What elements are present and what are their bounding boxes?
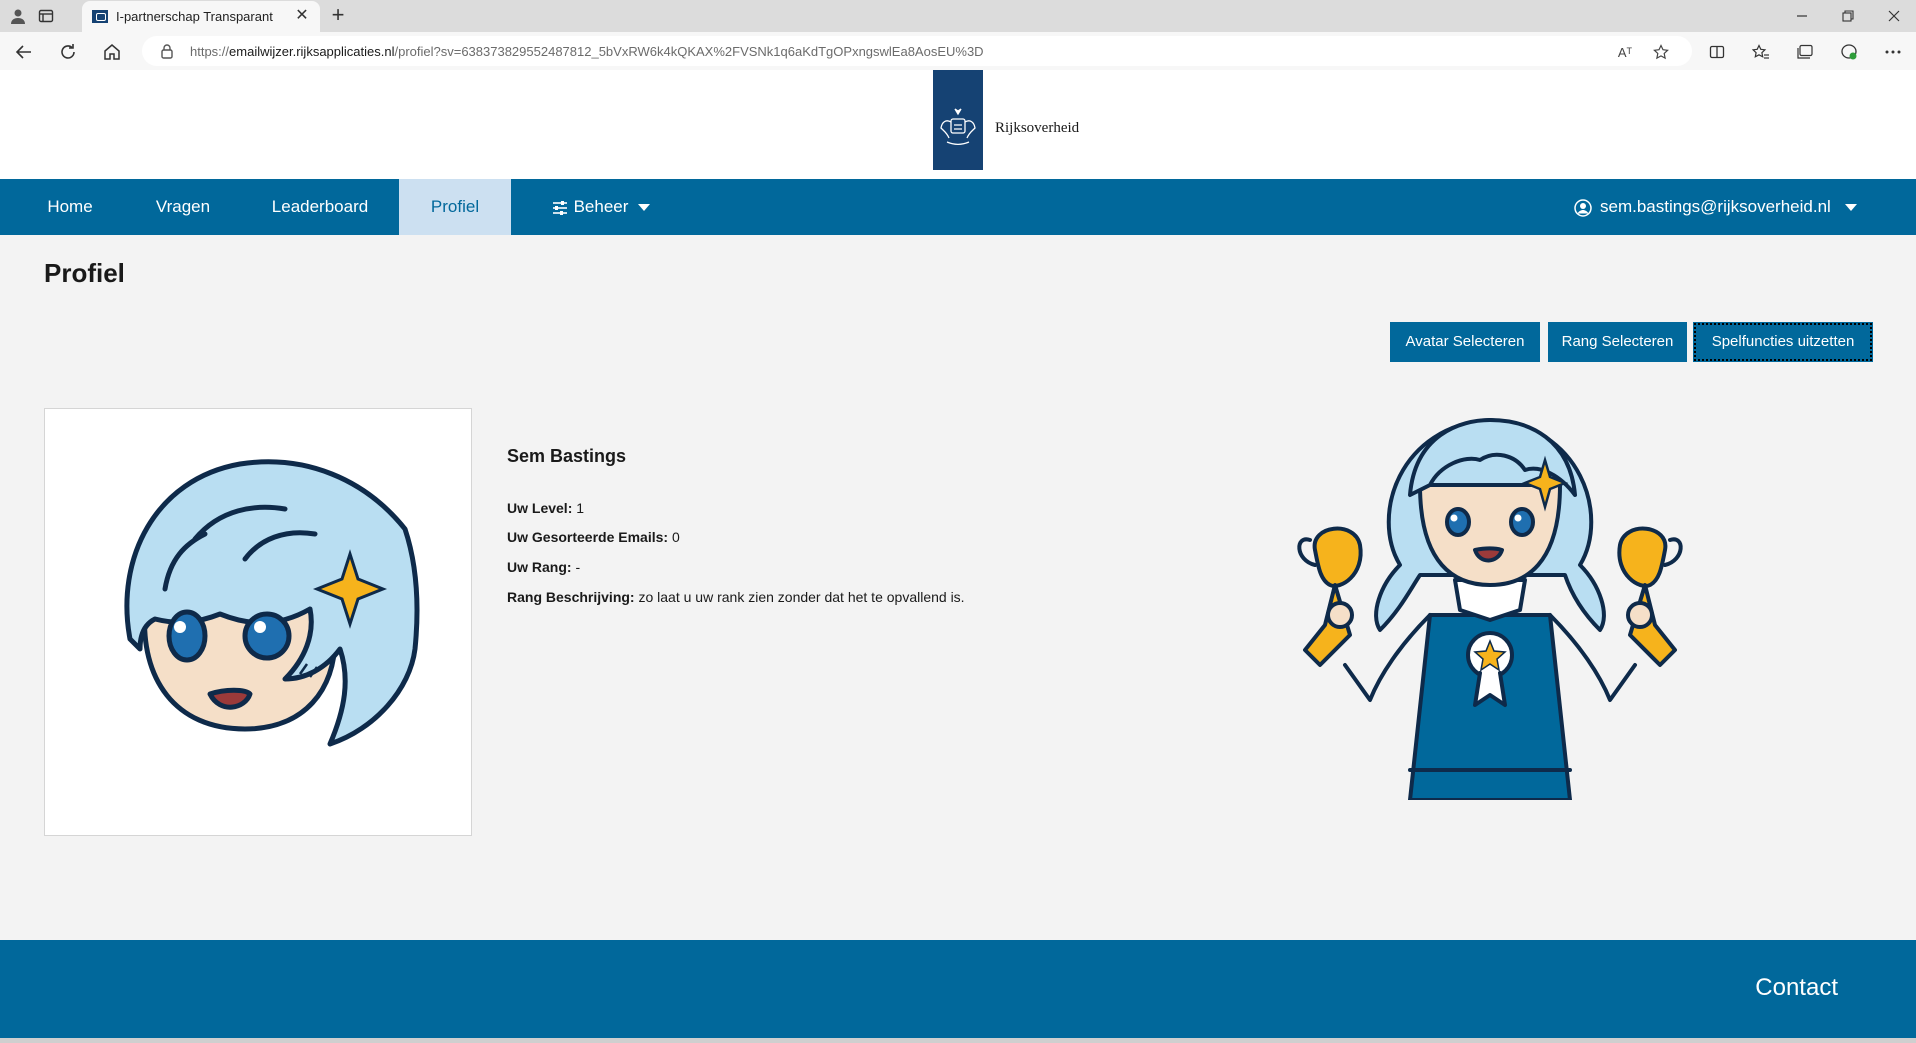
tab-title: I-partnerschap Transparant: [116, 9, 273, 24]
url-path: /profiel?sv=638373829552487812_5bVxRW6k4…: [394, 44, 984, 59]
tab-actions-icon[interactable]: [36, 6, 56, 26]
coat-of-arms-icon: [940, 108, 976, 145]
sorted-emails-value: 0: [671, 529, 680, 545]
home-icon[interactable]: [100, 40, 124, 64]
nav-leaderboard[interactable]: Leaderboard: [262, 179, 378, 235]
avatar-card: [44, 408, 472, 836]
site-header: Rijksoverheid: [0, 70, 1916, 179]
profile-icon[interactable]: [8, 6, 28, 26]
restore-icon[interactable]: [1826, 0, 1870, 32]
window-bottom-edge: [0, 1038, 1916, 1043]
rank-description-line: Rang Beschrijving: zo laat u uw rank zie…: [507, 589, 965, 605]
nav-home[interactable]: Home: [22, 179, 118, 235]
refresh-icon[interactable]: [56, 40, 80, 64]
close-window-icon[interactable]: [1872, 0, 1916, 32]
nav-beheer[interactable]: Beheer: [540, 179, 662, 235]
level-label: Uw Level:: [507, 500, 573, 516]
lock-icon[interactable]: [160, 43, 174, 64]
browser-toolbar: https://emailwijzer.rijksapplicaties.nl/…: [0, 32, 1916, 71]
rank-character-illustration: [1280, 415, 1700, 802]
logo-text[interactable]: Rijksoverheid: [995, 120, 1079, 137]
favorite-star-icon[interactable]: [1652, 43, 1670, 61]
level-line: Uw Level: 1: [507, 500, 584, 516]
user-email: sem.bastings@rijksoverheid.nl: [1600, 197, 1831, 216]
new-tab-icon[interactable]: +: [326, 4, 350, 28]
address-bar[interactable]: https://emailwijzer.rijksapplicaties.nl/…: [142, 36, 1692, 66]
browser-essentials-icon[interactable]: [1838, 41, 1860, 63]
rank-description-label: Rang Beschrijving:: [507, 589, 635, 605]
page-title: Profiel: [44, 258, 125, 288]
collections-icon[interactable]: [1794, 41, 1816, 63]
rank-label: Uw Rang:: [507, 559, 572, 575]
rank-line: Uw Rang: -: [507, 559, 580, 575]
url-host: emailwijzer.rijksapplicaties.nl: [229, 44, 395, 59]
profile-name: Sem Bastings: [507, 446, 627, 466]
more-menu-icon[interactable]: [1882, 41, 1904, 63]
split-screen-icon[interactable]: [1706, 41, 1728, 63]
url-text[interactable]: https://emailwijzer.rijksapplicaties.nl/…: [190, 44, 984, 59]
sliders-icon: [552, 200, 567, 215]
rank-value: -: [575, 559, 581, 575]
nav-profiel[interactable]: Profiel: [399, 179, 511, 235]
read-aloud-icon[interactable]: Aᵀ: [1616, 43, 1634, 61]
level-value: 1: [576, 500, 585, 516]
disable-game-features-button[interactable]: Spelfuncties uitzetten: [1693, 322, 1873, 362]
chevron-down-icon: [638, 204, 651, 212]
avatar-select-button[interactable]: Avatar Selecteren: [1390, 322, 1540, 362]
site-favicon-icon: [92, 10, 108, 23]
nav-vragen[interactable]: Vragen: [138, 179, 228, 235]
footer-contact-link[interactable]: Contact: [1755, 974, 1838, 1002]
favorites-icon[interactable]: [1750, 41, 1772, 63]
minimize-icon[interactable]: [1780, 0, 1824, 32]
main-navigation: Home Vragen Leaderboard Profiel Beheer s…: [0, 179, 1916, 235]
character-with-trophies-image: [1297, 418, 1683, 802]
sorted-emails-line: Uw Gesorteerde Emails: 0: [507, 529, 680, 545]
back-icon[interactable]: [12, 40, 36, 64]
browser-titlebar: I-partnerschap Transparant ✕ +: [0, 0, 1916, 32]
user-menu[interactable]: sem.bastings@rijksoverheid.nl: [1574, 179, 1874, 235]
site-footer: Contact: [0, 940, 1916, 1038]
tab-close-icon[interactable]: ✕: [292, 6, 312, 26]
url-prefix: https://: [190, 44, 230, 59]
rijksoverheid-logo[interactable]: [933, 70, 983, 170]
nav-beheer-label: Beheer: [573, 197, 629, 216]
avatar-image: [124, 459, 420, 747]
browser-tab[interactable]: I-partnerschap Transparant ✕: [82, 1, 320, 32]
sorted-emails-label: Uw Gesorteerde Emails:: [507, 529, 669, 545]
rank-description-value: zo laat u uw rank zien zonder dat het te…: [638, 589, 965, 605]
chevron-down-icon: [1844, 204, 1857, 212]
person-circle-icon: [1574, 198, 1592, 217]
rank-select-button[interactable]: Rang Selecteren: [1548, 322, 1687, 362]
